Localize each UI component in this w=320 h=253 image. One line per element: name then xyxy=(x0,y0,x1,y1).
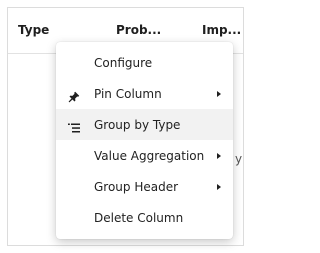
menu-item-value-aggregation[interactable]: Value Aggregation xyxy=(56,140,233,171)
menu-item-delete-column[interactable]: Delete Column xyxy=(56,202,233,233)
submenu-arrow-icon xyxy=(217,183,221,190)
group-list-icon xyxy=(68,119,80,132)
menu-item-label: Pin Column xyxy=(94,86,162,101)
column-context-menu: Configure Pin Column Group by Type Value… xyxy=(56,42,233,239)
menu-item-label: Value Aggregation xyxy=(94,148,205,163)
column-header-probability[interactable]: Prob... xyxy=(116,23,161,37)
column-header-type[interactable]: Type xyxy=(18,23,49,37)
menu-item-group-by-type[interactable]: Group by Type xyxy=(56,109,233,140)
partial-cell-text: y xyxy=(235,152,243,166)
menu-item-label: Delete Column xyxy=(94,210,184,225)
submenu-arrow-icon xyxy=(217,152,221,159)
menu-item-label: Group Header xyxy=(94,179,179,194)
menu-item-label: Configure xyxy=(94,55,153,70)
menu-item-label: Group by Type xyxy=(94,117,181,132)
menu-item-group-header[interactable]: Group Header xyxy=(56,171,233,202)
column-header-impact[interactable]: Imp... xyxy=(202,23,241,37)
menu-item-pin-column[interactable]: Pin Column xyxy=(56,78,233,109)
submenu-arrow-icon xyxy=(217,90,221,97)
pin-icon xyxy=(68,88,80,102)
menu-item-configure[interactable]: Configure xyxy=(56,47,233,78)
